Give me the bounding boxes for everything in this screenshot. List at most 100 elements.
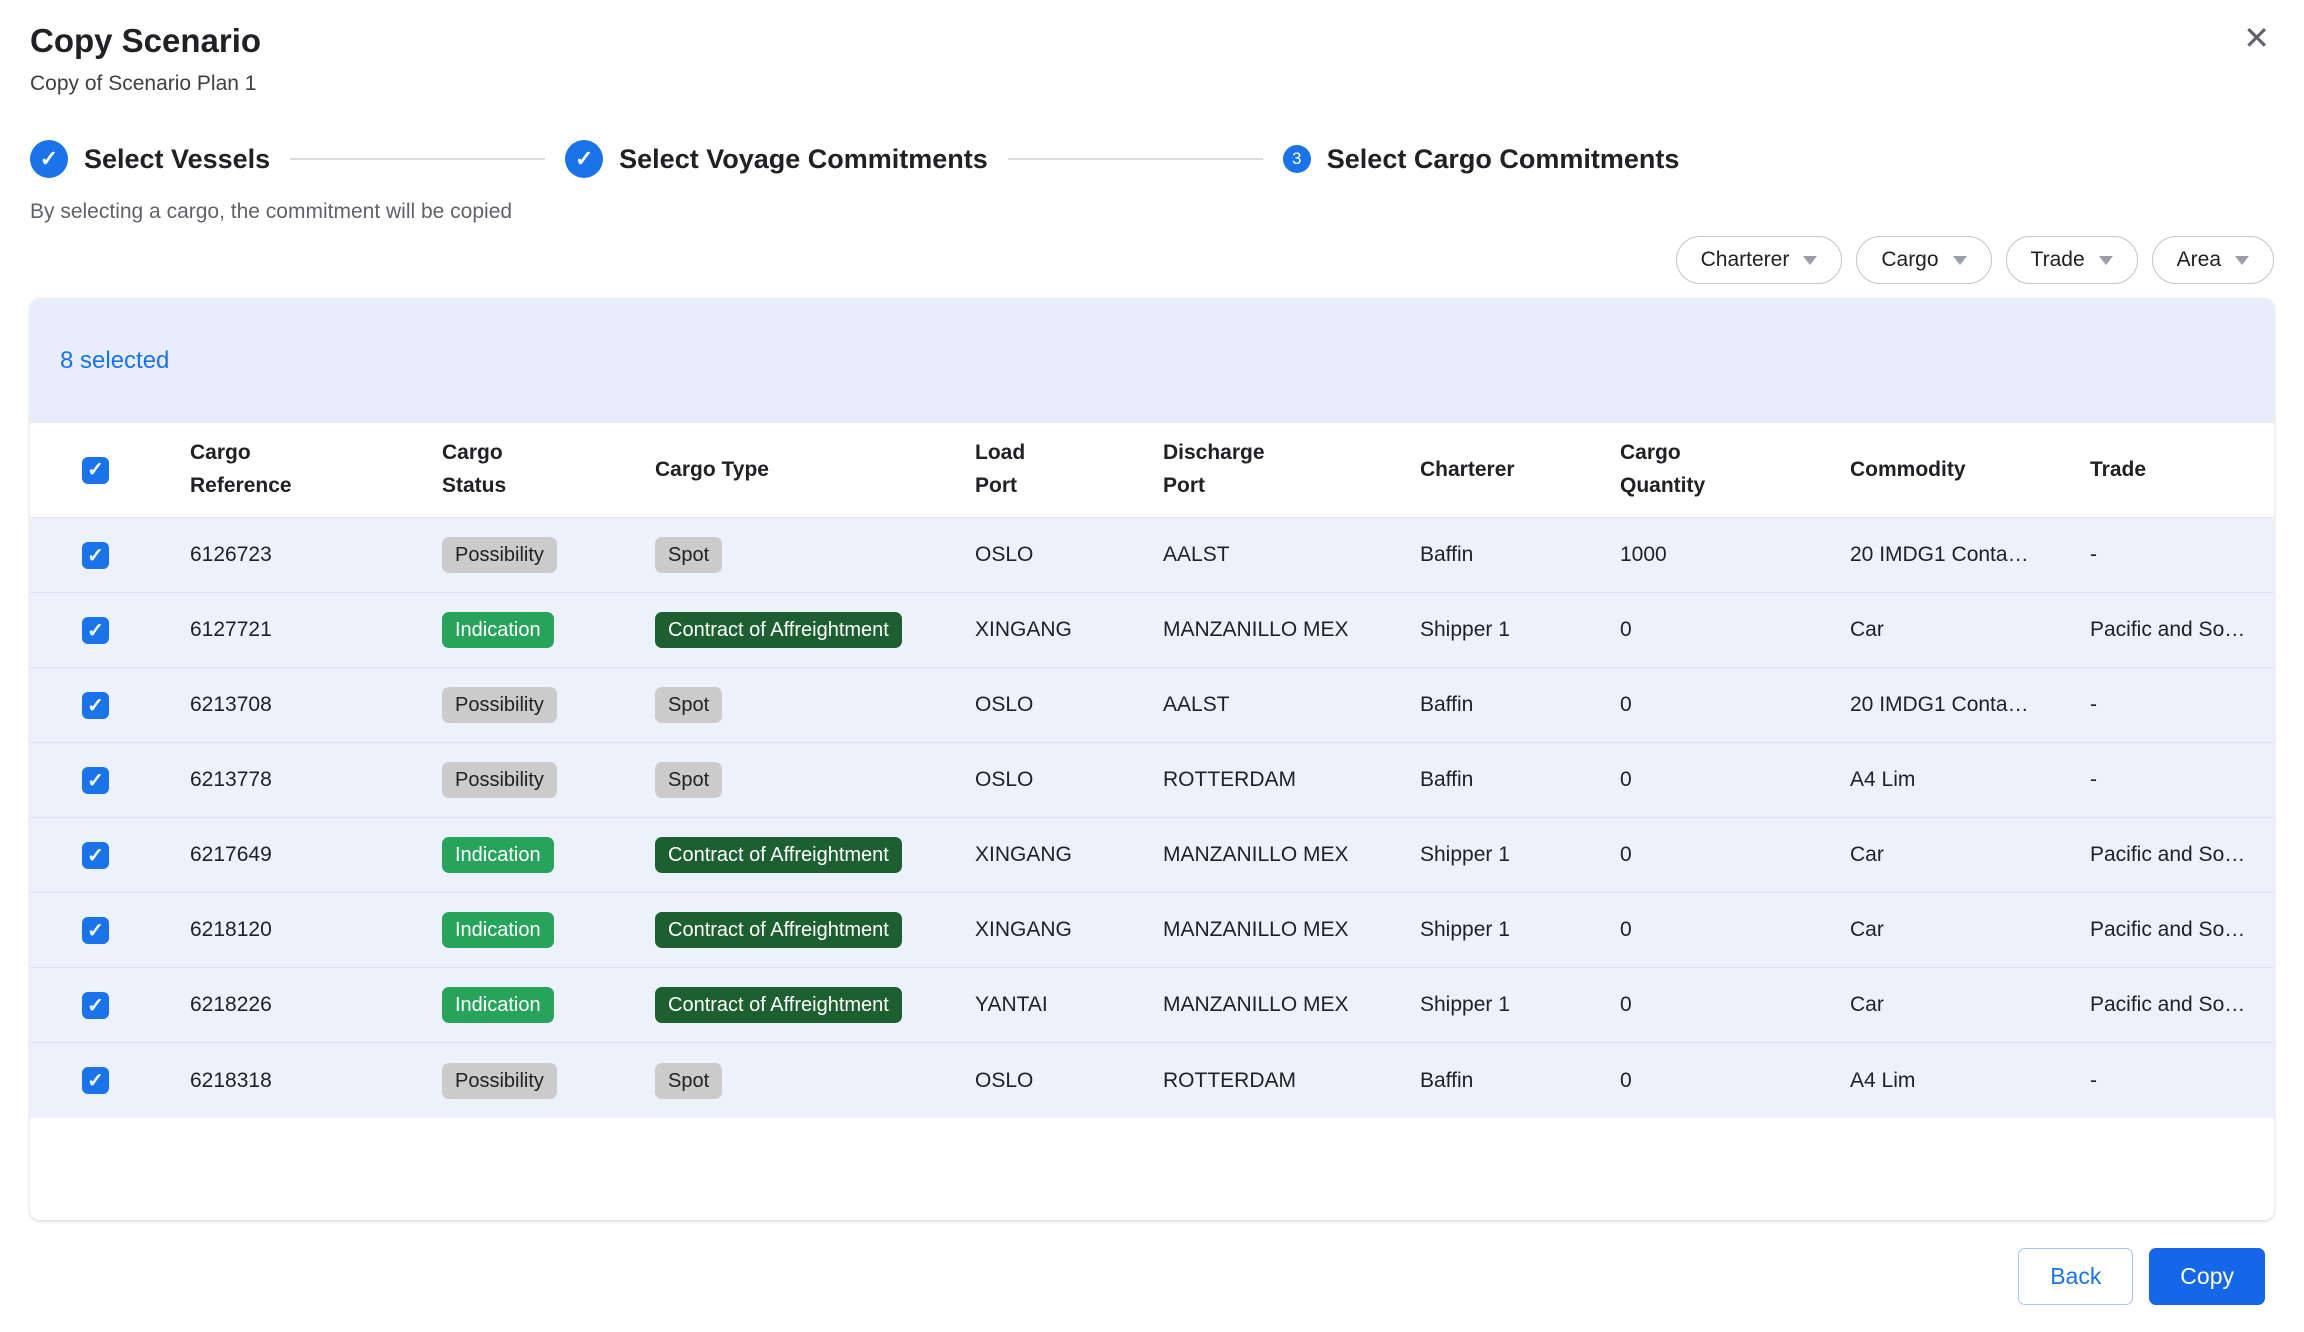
- table-row[interactable]: 6213778 Possibility Spot OSLO ROTTERDAM …: [30, 743, 2274, 818]
- filter-label: Cargo: [1881, 248, 1938, 272]
- table-row[interactable]: 6217649 Indication Contract of Affreight…: [30, 818, 2274, 893]
- row-checkbox[interactable]: [82, 767, 109, 794]
- cargo-filter-dropdown[interactable]: Cargo: [1856, 236, 1991, 284]
- load-port-cell: OSLO: [975, 543, 1163, 567]
- table-body: 6126723 Possibility Spot OSLO AALST Baff…: [30, 518, 2274, 1118]
- cargo-type-badge: Contract of Affreightment: [655, 912, 902, 948]
- table-row[interactable]: 6213708 Possibility Spot OSLO AALST Baff…: [30, 668, 2274, 743]
- cargo-status-badge: Possibility: [442, 687, 557, 723]
- cargo-reference-cell: 6218226: [190, 993, 442, 1017]
- area-filter-dropdown[interactable]: Area: [2152, 236, 2274, 284]
- cargo-type-badge: Contract of Affreightment: [655, 837, 902, 873]
- stepper-step-select-cargo-commitments[interactable]: 3 Select Cargo Commitments: [1283, 144, 1680, 175]
- charterer-cell: Shipper 1: [1420, 618, 1620, 642]
- cargo-reference-cell: 6213778: [190, 768, 442, 792]
- stepper-connector: [1008, 158, 1263, 160]
- chevron-down-icon: [2235, 256, 2249, 265]
- cargo-type-badge: Contract of Affreightment: [655, 987, 902, 1023]
- filter-label: Area: [2177, 248, 2221, 272]
- cargo-reference-cell: 6218318: [190, 1069, 442, 1093]
- selection-summary-bar: 8 selected: [30, 298, 2274, 423]
- cargo-reference-cell: 6126723: [190, 543, 442, 567]
- charterer-filter-dropdown[interactable]: Charterer: [1676, 236, 1843, 284]
- commodity-cell: 20 IMDG1 Conta…: [1850, 693, 2090, 717]
- check-icon: ✓: [565, 140, 603, 178]
- cargo-status-badge: Indication: [442, 987, 554, 1023]
- table-row[interactable]: 6126723 Possibility Spot OSLO AALST Baff…: [30, 518, 2274, 593]
- cargo-type-badge: Spot: [655, 762, 722, 798]
- cargo-type-badge: Contract of Affreightment: [655, 612, 902, 648]
- trade-cell: Pacific and So…: [2090, 618, 2274, 642]
- row-checkbox[interactable]: [82, 692, 109, 719]
- table-row[interactable]: 6127721 Indication Contract of Affreight…: [30, 593, 2274, 668]
- modal-subtitle: Copy of Scenario Plan 1: [30, 72, 2274, 96]
- column-header-discharge-port: Discharge Port: [1163, 437, 1420, 502]
- step-label: Select Vessels: [84, 144, 270, 175]
- selected-count: 8 selected: [60, 347, 169, 375]
- filter-label: Trade: [2031, 248, 2085, 272]
- cargo-status-badge: Possibility: [442, 1063, 557, 1099]
- column-header-load-port: Load Port: [975, 437, 1163, 502]
- commodity-cell: Car: [1850, 843, 2090, 867]
- helper-text: By selecting a cargo, the commitment wil…: [30, 200, 2274, 224]
- row-checkbox[interactable]: [82, 617, 109, 644]
- charterer-cell: Baffin: [1420, 768, 1620, 792]
- commodity-cell: Car: [1850, 993, 2090, 1017]
- trade-filter-dropdown[interactable]: Trade: [2006, 236, 2138, 284]
- commodity-cell: Car: [1850, 618, 2090, 642]
- trade-cell: Pacific and So…: [2090, 918, 2274, 942]
- filter-label: Charterer: [1701, 248, 1790, 272]
- select-all-checkbox[interactable]: [82, 457, 109, 484]
- cargo-quantity-cell: 0: [1620, 618, 1850, 642]
- commodity-cell: A4 Lim: [1850, 1069, 2090, 1093]
- load-port-cell: OSLO: [975, 1069, 1163, 1093]
- row-checkbox[interactable]: [82, 1067, 109, 1094]
- cargo-status-badge: Indication: [442, 837, 554, 873]
- discharge-port-cell: MANZANILLO MEX: [1163, 843, 1420, 867]
- table-row[interactable]: 6218318 Possibility Spot OSLO ROTTERDAM …: [30, 1043, 2274, 1118]
- cargo-status-badge: Indication: [442, 912, 554, 948]
- column-header-commodity: Commodity: [1850, 454, 2090, 487]
- stepper-connector: [290, 158, 545, 160]
- trade-cell: Pacific and So…: [2090, 843, 2274, 867]
- charterer-cell: Shipper 1: [1420, 918, 1620, 942]
- step-label: Select Cargo Commitments: [1327, 144, 1680, 175]
- charterer-cell: Shipper 1: [1420, 843, 1620, 867]
- stepper-step-select-vessels[interactable]: ✓ Select Vessels: [30, 140, 270, 178]
- cargo-quantity-cell: 0: [1620, 918, 1850, 942]
- modal-footer: Back Copy: [30, 1248, 2274, 1305]
- discharge-port-cell: ROTTERDAM: [1163, 768, 1420, 792]
- column-header-cargo-type: Cargo Type: [655, 454, 975, 487]
- cargo-quantity-cell: 0: [1620, 768, 1850, 792]
- charterer-cell: Baffin: [1420, 1069, 1620, 1093]
- row-checkbox[interactable]: [82, 992, 109, 1019]
- table-empty-space: [30, 1118, 2274, 1220]
- column-header-cargo-reference: Cargo Reference: [190, 437, 442, 502]
- row-checkbox[interactable]: [82, 542, 109, 569]
- charterer-cell: Shipper 1: [1420, 993, 1620, 1017]
- commodity-cell: 20 IMDG1 Conta…: [1850, 543, 2090, 567]
- copy-button[interactable]: Copy: [2149, 1248, 2265, 1305]
- close-icon[interactable]: ✕: [2243, 22, 2270, 54]
- copy-scenario-modal: Copy Scenario Copy of Scenario Plan 1 ✕ …: [0, 0, 2304, 1332]
- cargo-type-badge: Spot: [655, 687, 722, 723]
- discharge-port-cell: ROTTERDAM: [1163, 1069, 1420, 1093]
- filter-bar: Charterer Cargo Trade Area: [30, 236, 2274, 284]
- row-checkbox[interactable]: [82, 917, 109, 944]
- load-port-cell: XINGANG: [975, 918, 1163, 942]
- back-button[interactable]: Back: [2018, 1248, 2133, 1305]
- stepper-step-select-voyage-commitments[interactable]: ✓ Select Voyage Commitments: [565, 140, 988, 178]
- row-checkbox[interactable]: [82, 842, 109, 869]
- cargo-reference-cell: 6213708: [190, 693, 442, 717]
- chevron-down-icon: [2099, 256, 2113, 265]
- chevron-down-icon: [1803, 256, 1817, 265]
- cargo-quantity-cell: 0: [1620, 693, 1850, 717]
- trade-cell: -: [2090, 768, 2274, 792]
- table-row[interactable]: 6218120 Indication Contract of Affreight…: [30, 893, 2274, 968]
- cargo-status-badge: Indication: [442, 612, 554, 648]
- column-header-cargo-quantity: Cargo Quantity: [1620, 437, 1850, 502]
- commodity-cell: A4 Lim: [1850, 768, 2090, 792]
- discharge-port-cell: AALST: [1163, 543, 1420, 567]
- table-row[interactable]: 6218226 Indication Contract of Affreight…: [30, 968, 2274, 1043]
- trade-cell: -: [2090, 543, 2274, 567]
